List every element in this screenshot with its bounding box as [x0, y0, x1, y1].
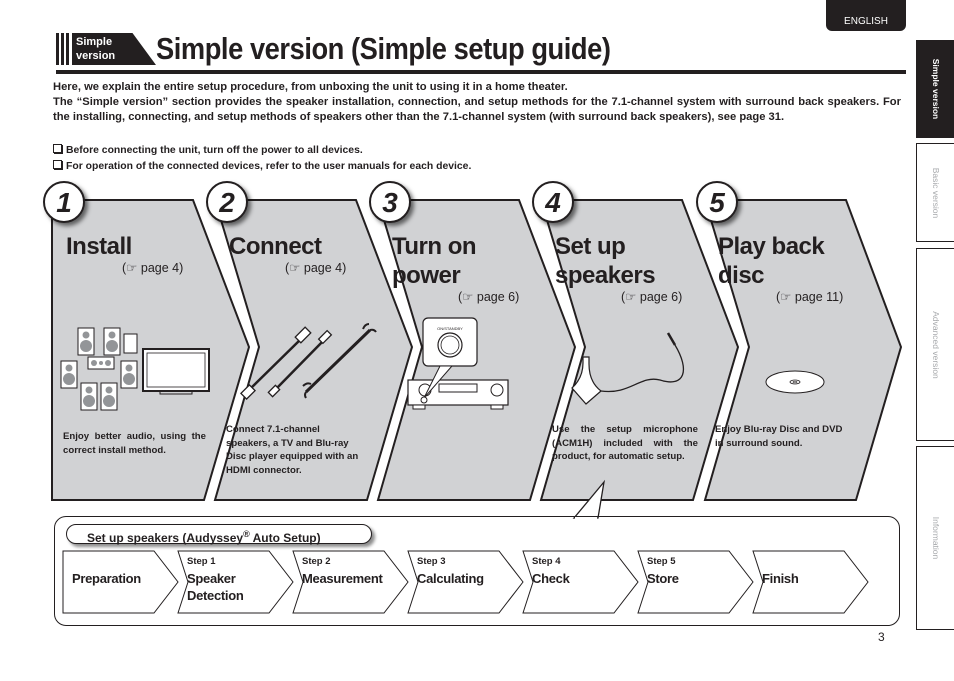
flow-step-name: Finish	[762, 571, 799, 586]
flow-step-name: Store	[647, 571, 679, 586]
flow-step-name: Check	[532, 571, 570, 586]
flow-step-name: Speaker Detection	[187, 571, 244, 603]
flow-step-number: Step 4	[532, 556, 561, 567]
flow-step-number: Step 1	[187, 556, 216, 567]
flow-step-name: Measurement	[302, 571, 383, 586]
flow-step-name: Preparation	[72, 571, 141, 586]
page-number: 3	[878, 630, 885, 644]
flow-step-number: Step 3	[417, 556, 446, 567]
flow-step-number: Step 2	[302, 556, 331, 567]
flow-step-number: Step 5	[647, 556, 676, 567]
flow-step-name: Calculating	[417, 571, 484, 586]
